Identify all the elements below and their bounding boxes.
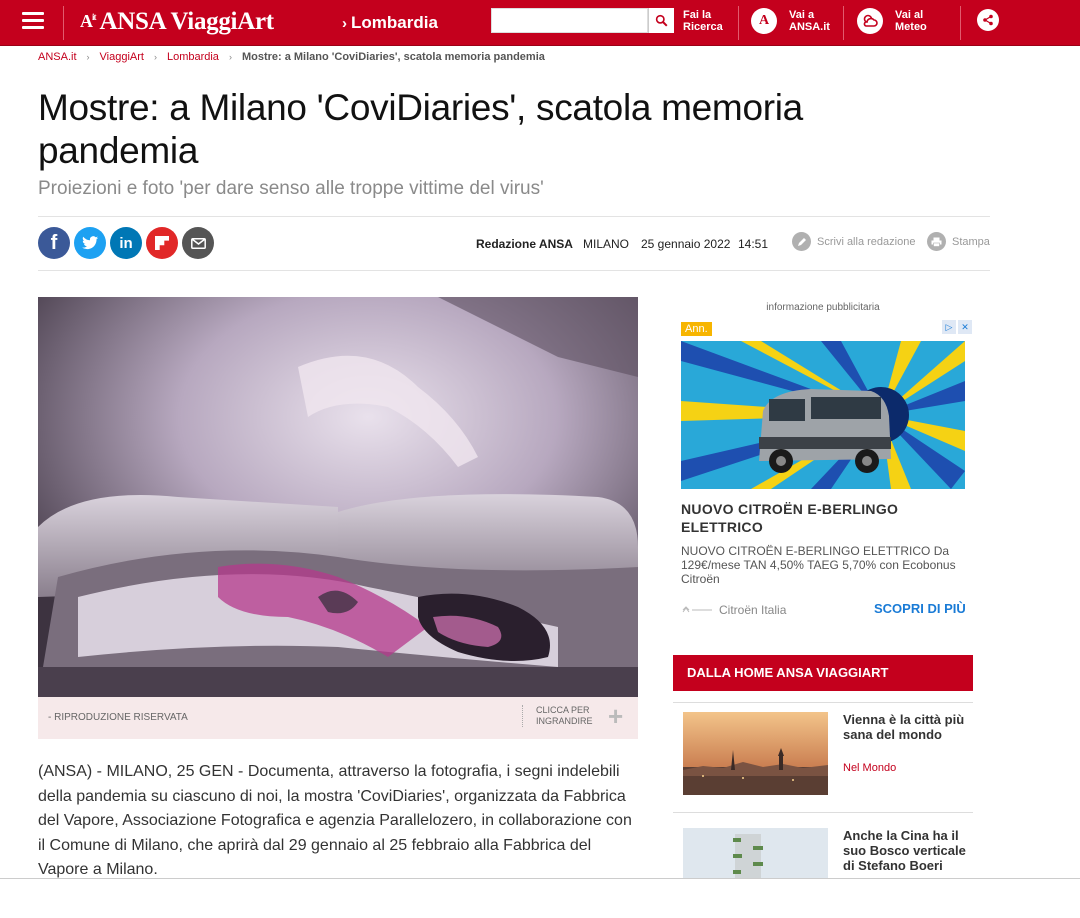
share-icon[interactable]	[977, 9, 999, 31]
sidebar-section-title[interactable]: DALLA HOME ANSA VIAGGIART	[673, 655, 973, 691]
menu-icon[interactable]	[22, 12, 44, 30]
linkedin-icon[interactable]: in	[110, 227, 142, 259]
ansa-badge-icon[interactable]: A	[751, 8, 777, 34]
ad-cta-link[interactable]: SCOPRI DI PIÙ	[874, 601, 966, 616]
site-logo[interactable]: Ait ANSA ViaggiArt	[80, 8, 274, 36]
adchoices-icon[interactable]: ▷ ✕	[942, 320, 973, 334]
breadcrumb-separator-icon: ›	[153, 52, 157, 62]
chevron-right-icon: ›	[342, 15, 347, 32]
article-body: (ANSA) - MILANO, 25 GEN - Documenta, att…	[38, 763, 632, 878]
article-photo[interactable]	[38, 297, 638, 697]
plus-icon[interactable]: +	[608, 703, 623, 729]
article-author: Redazione ANSA	[476, 237, 573, 251]
article-title: Mostre: a Milano 'CoviDiaries', scatola …	[38, 87, 803, 171]
divider	[673, 702, 973, 703]
enlarge-photo-link[interactable]: CLICCA PER INGRANDIRE	[522, 705, 593, 727]
weather-icon[interactable]	[857, 8, 883, 34]
divider	[63, 6, 64, 40]
logo-text: ANSA ViaggiArt	[99, 8, 275, 35]
email-icon[interactable]	[182, 227, 214, 259]
news-title[interactable]: Anche la Cina ha il suo Bosco verticale …	[843, 828, 968, 876]
ad-description: NUOVO CITROËN E-BERLINGO ELETTRICO Da 12…	[681, 544, 956, 586]
ad-brand: Citroën Italia	[681, 603, 786, 617]
pencil-icon	[792, 232, 811, 251]
article-subtitle: Proiezioni e foto 'per dare senso alle t…	[38, 178, 544, 199]
search-input[interactable]	[491, 8, 648, 33]
citroen-logo-icon	[682, 606, 712, 613]
print-icon	[927, 232, 946, 251]
region-link[interactable]: › Lombardia	[342, 13, 438, 33]
weather-link[interactable]: Vai al Meteo	[895, 9, 927, 33]
ansa-logo-mark: Ait	[80, 11, 96, 31]
breadcrumb: ANSA.it › ViaggiArt › Lombardia › Mostre…	[38, 51, 545, 63]
page-footer-area	[0, 879, 1080, 918]
divider	[843, 6, 844, 40]
search-icon	[655, 14, 668, 27]
breadcrumb-viaggiart[interactable]: ViaggiArt	[100, 51, 144, 63]
article-date: 25 gennaio 2022	[641, 237, 731, 251]
social-share-bar: f in	[38, 227, 214, 259]
divider	[38, 270, 990, 271]
write-to-editors-button[interactable]: Scrivi alla redazione	[792, 232, 915, 251]
ad-image[interactable]	[681, 341, 965, 489]
ansa-link[interactable]: Vai a ANSA.it	[789, 9, 830, 33]
top-navigation-bar: Ait ANSA ViaggiArt › Lombardia Fai la Rice…	[0, 0, 1080, 46]
flipboard-icon[interactable]	[146, 227, 178, 259]
print-button[interactable]: Stampa	[927, 232, 990, 251]
ad-label: informazione pubblicitaria	[766, 302, 880, 313]
article-place: MILANO	[583, 237, 630, 251]
breadcrumb-separator-icon: ›	[228, 52, 232, 62]
breadcrumb-separator-icon: ›	[86, 52, 90, 62]
facebook-icon[interactable]: f	[38, 227, 70, 259]
news-title[interactable]: Vienna è la città più sana del mondo	[843, 712, 968, 742]
ad-badge: Ann.	[681, 322, 712, 336]
photo-caption-bar: - RIPRODUZIONE RISERVATA CLICCA PER INGRA…	[38, 697, 638, 739]
divider	[960, 6, 961, 40]
news-category[interactable]: Nel Mondo	[843, 762, 896, 774]
breadcrumb-current: Mostre: a Milano 'CoviDiaries', scatola …	[241, 51, 545, 63]
photo-caption: - RIPRODUZIONE RISERVATA	[48, 712, 188, 723]
divider	[38, 216, 990, 217]
search-button[interactable]	[648, 8, 674, 33]
article-time: 14:51	[738, 237, 769, 251]
news-thumbnail[interactable]	[683, 712, 828, 795]
breadcrumb-ansa[interactable]: ANSA.it	[38, 51, 77, 63]
region-label: Lombardia	[351, 13, 438, 32]
search-link[interactable]: Fai la Ricerca	[683, 9, 723, 33]
twitter-icon[interactable]	[74, 227, 106, 259]
breadcrumb-lombardia[interactable]: Lombardia	[167, 51, 219, 63]
divider	[738, 6, 739, 40]
divider	[673, 812, 973, 813]
ad-title[interactable]: NUOVO CITROËN E-BERLINGO ELETTRICO	[681, 500, 965, 536]
